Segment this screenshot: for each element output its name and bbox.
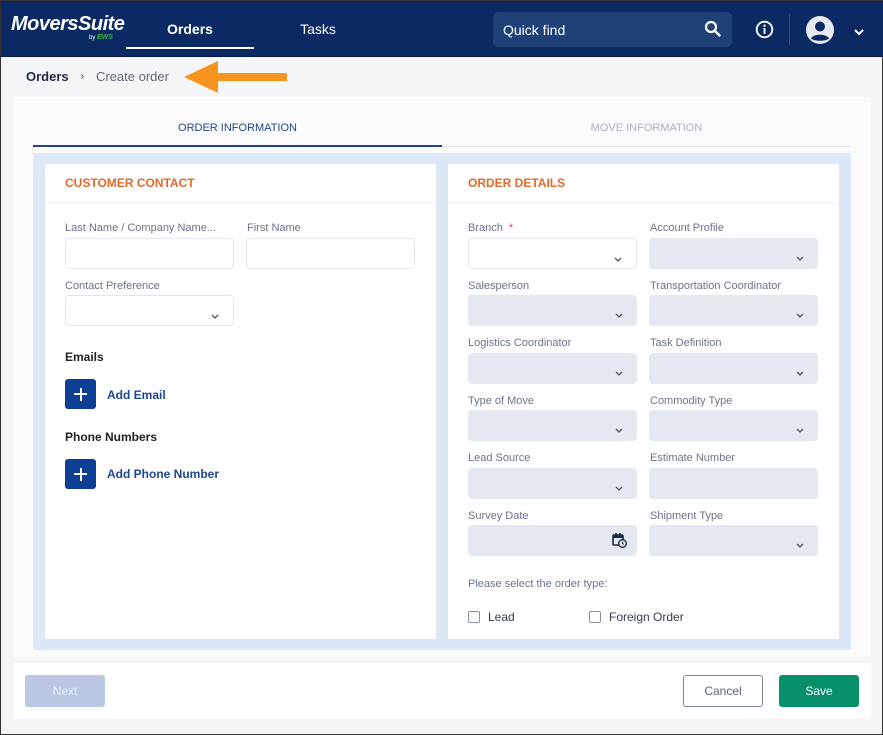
user-avatar-icon[interactable] (805, 15, 835, 50)
chevron-down-icon (796, 364, 804, 382)
next-button[interactable]: Next (25, 675, 105, 707)
chevron-down-icon (615, 364, 623, 382)
breadcrumb-separator: › (80, 71, 84, 82)
chevron-down-icon (615, 421, 623, 439)
tab-order-information[interactable]: ORDER INFORMATION (33, 97, 442, 147)
emails-label: Emails (65, 350, 104, 364)
annotation-arrow-icon (184, 59, 290, 100)
save-button[interactable]: Save (779, 675, 859, 707)
header-divider (789, 14, 790, 45)
chevron-down-icon (615, 479, 623, 497)
add-email-link[interactable]: Add Email (107, 388, 166, 402)
last-name-input[interactable] (65, 238, 234, 269)
transportation-coordinator-label: Transportation Coordinator (650, 280, 782, 292)
type-of-move-select[interactable] (468, 410, 637, 441)
chevron-down-icon (614, 250, 622, 268)
required-mark: * (508, 222, 514, 234)
breadcrumb: Orders › Create order (26, 69, 169, 84)
lead-checkbox[interactable] (468, 611, 480, 623)
tab-move-information[interactable]: MOVE INFORMATION (442, 97, 851, 147)
customer-contact-title: CUSTOMER CONTACT (45, 164, 436, 204)
account-profile-label: Account Profile (650, 222, 724, 234)
shipment-type-select[interactable] (649, 525, 818, 556)
first-name-input[interactable] (246, 238, 415, 269)
customer-contact-panel: CUSTOMER CONTACT Last Name / Company Nam… (45, 164, 436, 639)
create-order-form: ORDER INFORMATION MOVE INFORMATION CUSTO… (14, 97, 871, 657)
search-icon[interactable] (704, 20, 722, 43)
logistics-coordinator-label: Logistics Coordinator (468, 337, 572, 349)
top-nav-bar: MoversSuite by EWS Orders Tasks Quick fi… (1, 1, 883, 57)
type-of-move-label: Type of Move (468, 395, 535, 407)
info-icon[interactable] (755, 20, 774, 44)
chevron-down-icon (796, 249, 804, 267)
foreign-order-checkbox-label[interactable]: Foreign Order (609, 610, 684, 624)
breadcrumb-orders[interactable]: Orders (26, 69, 69, 84)
first-name-label: First Name (247, 222, 301, 234)
contact-preference-label: Contact Preference (65, 280, 160, 292)
estimate-number-input[interactable] (649, 468, 818, 499)
logo-sub: by EWS (89, 34, 113, 41)
logo-brand: EWS (97, 34, 113, 41)
quick-find-search[interactable]: Quick find (493, 12, 732, 47)
panels-container: CUSTOMER CONTACT Last Name / Company Nam… (33, 153, 851, 650)
survey-date-input[interactable] (468, 525, 637, 556)
survey-date-label: Survey Date (468, 510, 529, 522)
branch-label: Branch * (468, 222, 513, 234)
commodity-type-select[interactable] (649, 410, 818, 441)
lead-checkbox-label[interactable]: Lead (488, 610, 515, 624)
order-type-prompt: Please select the order type: (468, 578, 608, 590)
logo-by: by (89, 35, 96, 41)
salesperson-label: Salesperson (468, 280, 530, 292)
chevron-down-icon (796, 536, 804, 554)
branch-label-text: Branch (468, 222, 503, 234)
add-phone-button[interactable] (65, 459, 96, 489)
cancel-button[interactable]: Cancel (683, 675, 763, 707)
add-email-button[interactable] (65, 379, 96, 409)
chevron-down-icon (796, 421, 804, 439)
chevron-down-icon (615, 306, 623, 324)
branch-select[interactable] (468, 238, 637, 269)
commodity-type-label: Commodity Type (650, 395, 733, 407)
salesperson-select[interactable] (468, 295, 637, 326)
task-definition-select[interactable] (649, 353, 818, 384)
nav-tab-orders[interactable]: Orders (126, 1, 254, 49)
account-profile-select[interactable] (649, 238, 818, 269)
foreign-order-checkbox[interactable] (589, 611, 601, 623)
order-details-title: ORDER DETAILS (448, 164, 839, 204)
chevron-down-icon (796, 306, 804, 324)
logistics-coordinator-select[interactable] (468, 353, 637, 384)
chevron-down-icon (211, 307, 219, 325)
form-tabs: ORDER INFORMATION MOVE INFORMATION (33, 97, 851, 147)
last-name-label: Last Name / Company Name... (65, 222, 217, 234)
lead-source-label: Lead Source (468, 452, 531, 464)
order-details-panel: ORDER DETAILS Branch * Account Profile Sa… (448, 164, 839, 639)
app-logo[interactable]: MoversSuite (11, 13, 125, 36)
estimate-number-label: Estimate Number (650, 452, 735, 464)
phone-numbers-label: Phone Numbers (65, 430, 158, 444)
task-definition-label: Task Definition (650, 337, 722, 349)
calendar-clock-icon[interactable] (612, 532, 627, 553)
shipment-type-label: Shipment Type (650, 510, 724, 522)
form-footer: Next Cancel Save (14, 663, 871, 719)
transportation-coordinator-select[interactable] (649, 295, 818, 326)
lead-source-select[interactable] (468, 468, 637, 499)
contact-preference-select[interactable] (65, 295, 234, 326)
breadcrumb-current: Create order (95, 69, 169, 84)
nav-tab-tasks[interactable]: Tasks (254, 1, 382, 49)
search-placeholder: Quick find (503, 22, 566, 38)
chevron-down-icon[interactable] (853, 24, 865, 42)
add-phone-link[interactable]: Add Phone Number (107, 467, 219, 481)
